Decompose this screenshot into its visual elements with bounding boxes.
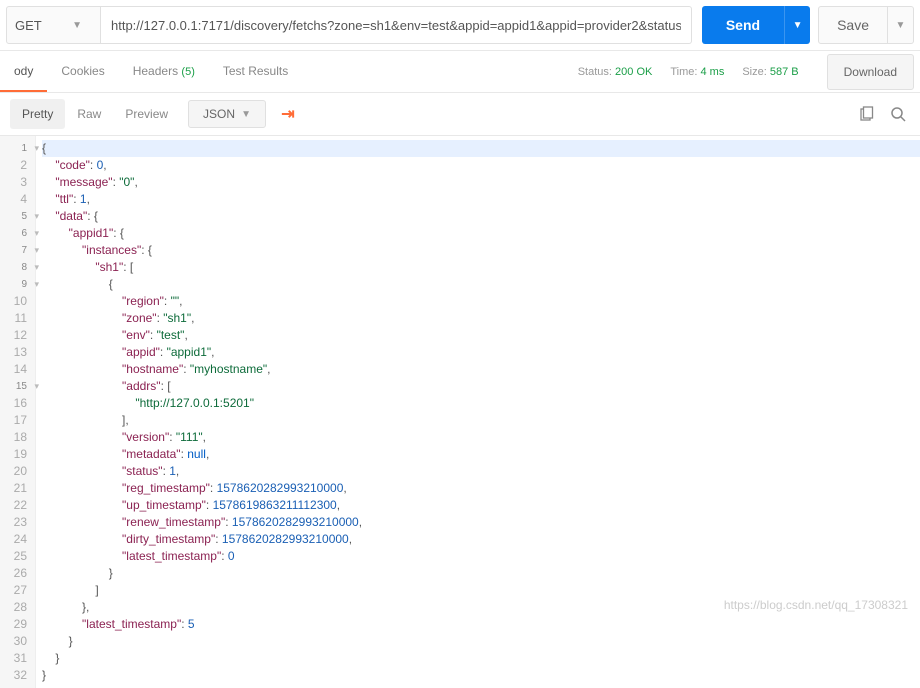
wrap-lines-icon[interactable]: ⇥ xyxy=(278,106,298,122)
status-size: Size: 587 B xyxy=(742,66,798,78)
send-dropdown[interactable]: ▼ xyxy=(784,6,810,44)
format-value: JSON xyxy=(203,107,235,121)
save-button-group: Save ▼ xyxy=(818,6,914,44)
url-input[interactable] xyxy=(101,6,692,44)
tab-test-results[interactable]: Test Results xyxy=(209,52,302,92)
view-pretty[interactable]: Pretty xyxy=(10,99,65,129)
tab-body[interactable]: ody xyxy=(0,52,47,92)
view-raw[interactable]: Raw xyxy=(65,99,113,129)
tab-cookies[interactable]: Cookies xyxy=(47,52,118,92)
download-button[interactable]: Download xyxy=(827,54,914,90)
response-tabs: ody Cookies Headers (5) Test Results xyxy=(0,52,302,92)
status-time: Time: 4 ms xyxy=(670,66,724,78)
response-tabs-row: ody Cookies Headers (5) Test Results Sta… xyxy=(0,51,920,93)
send-button-group: Send ▼ xyxy=(702,6,810,44)
viewer-controls: Pretty Raw Preview JSON ▼ ⇥ xyxy=(0,93,920,136)
chevron-down-icon: ▼ xyxy=(241,109,251,120)
viewer-right-icons xyxy=(858,106,910,122)
view-preview[interactable]: Preview xyxy=(113,99,180,129)
code-body[interactable]: { "code": 0, "message": "0", "ttl": 1, "… xyxy=(36,136,920,688)
format-select[interactable]: JSON ▼ xyxy=(188,100,266,128)
response-body: 1234567891011121314151617181920212223242… xyxy=(0,136,920,688)
request-bar: GET ▼ Send ▼ Save ▼ xyxy=(0,0,920,51)
save-dropdown[interactable]: ▼ xyxy=(888,6,914,44)
http-method-select[interactable]: GET ▼ xyxy=(6,6,101,44)
save-button[interactable]: Save xyxy=(818,6,888,44)
line-gutter: 1234567891011121314151617181920212223242… xyxy=(0,136,36,688)
response-status: Status: 200 OK Time: 4 ms Size: 587 B Do… xyxy=(578,54,920,90)
http-method-value: GET xyxy=(15,18,42,33)
copy-icon[interactable] xyxy=(858,106,874,122)
headers-count: (5) xyxy=(181,66,194,78)
chevron-down-icon: ▼ xyxy=(72,20,82,31)
status-code: Status: 200 OK xyxy=(578,66,653,78)
send-button[interactable]: Send xyxy=(702,6,784,44)
tab-headers[interactable]: Headers (5) xyxy=(119,52,209,92)
tab-headers-label: Headers xyxy=(133,64,178,78)
search-icon[interactable] xyxy=(890,106,906,122)
